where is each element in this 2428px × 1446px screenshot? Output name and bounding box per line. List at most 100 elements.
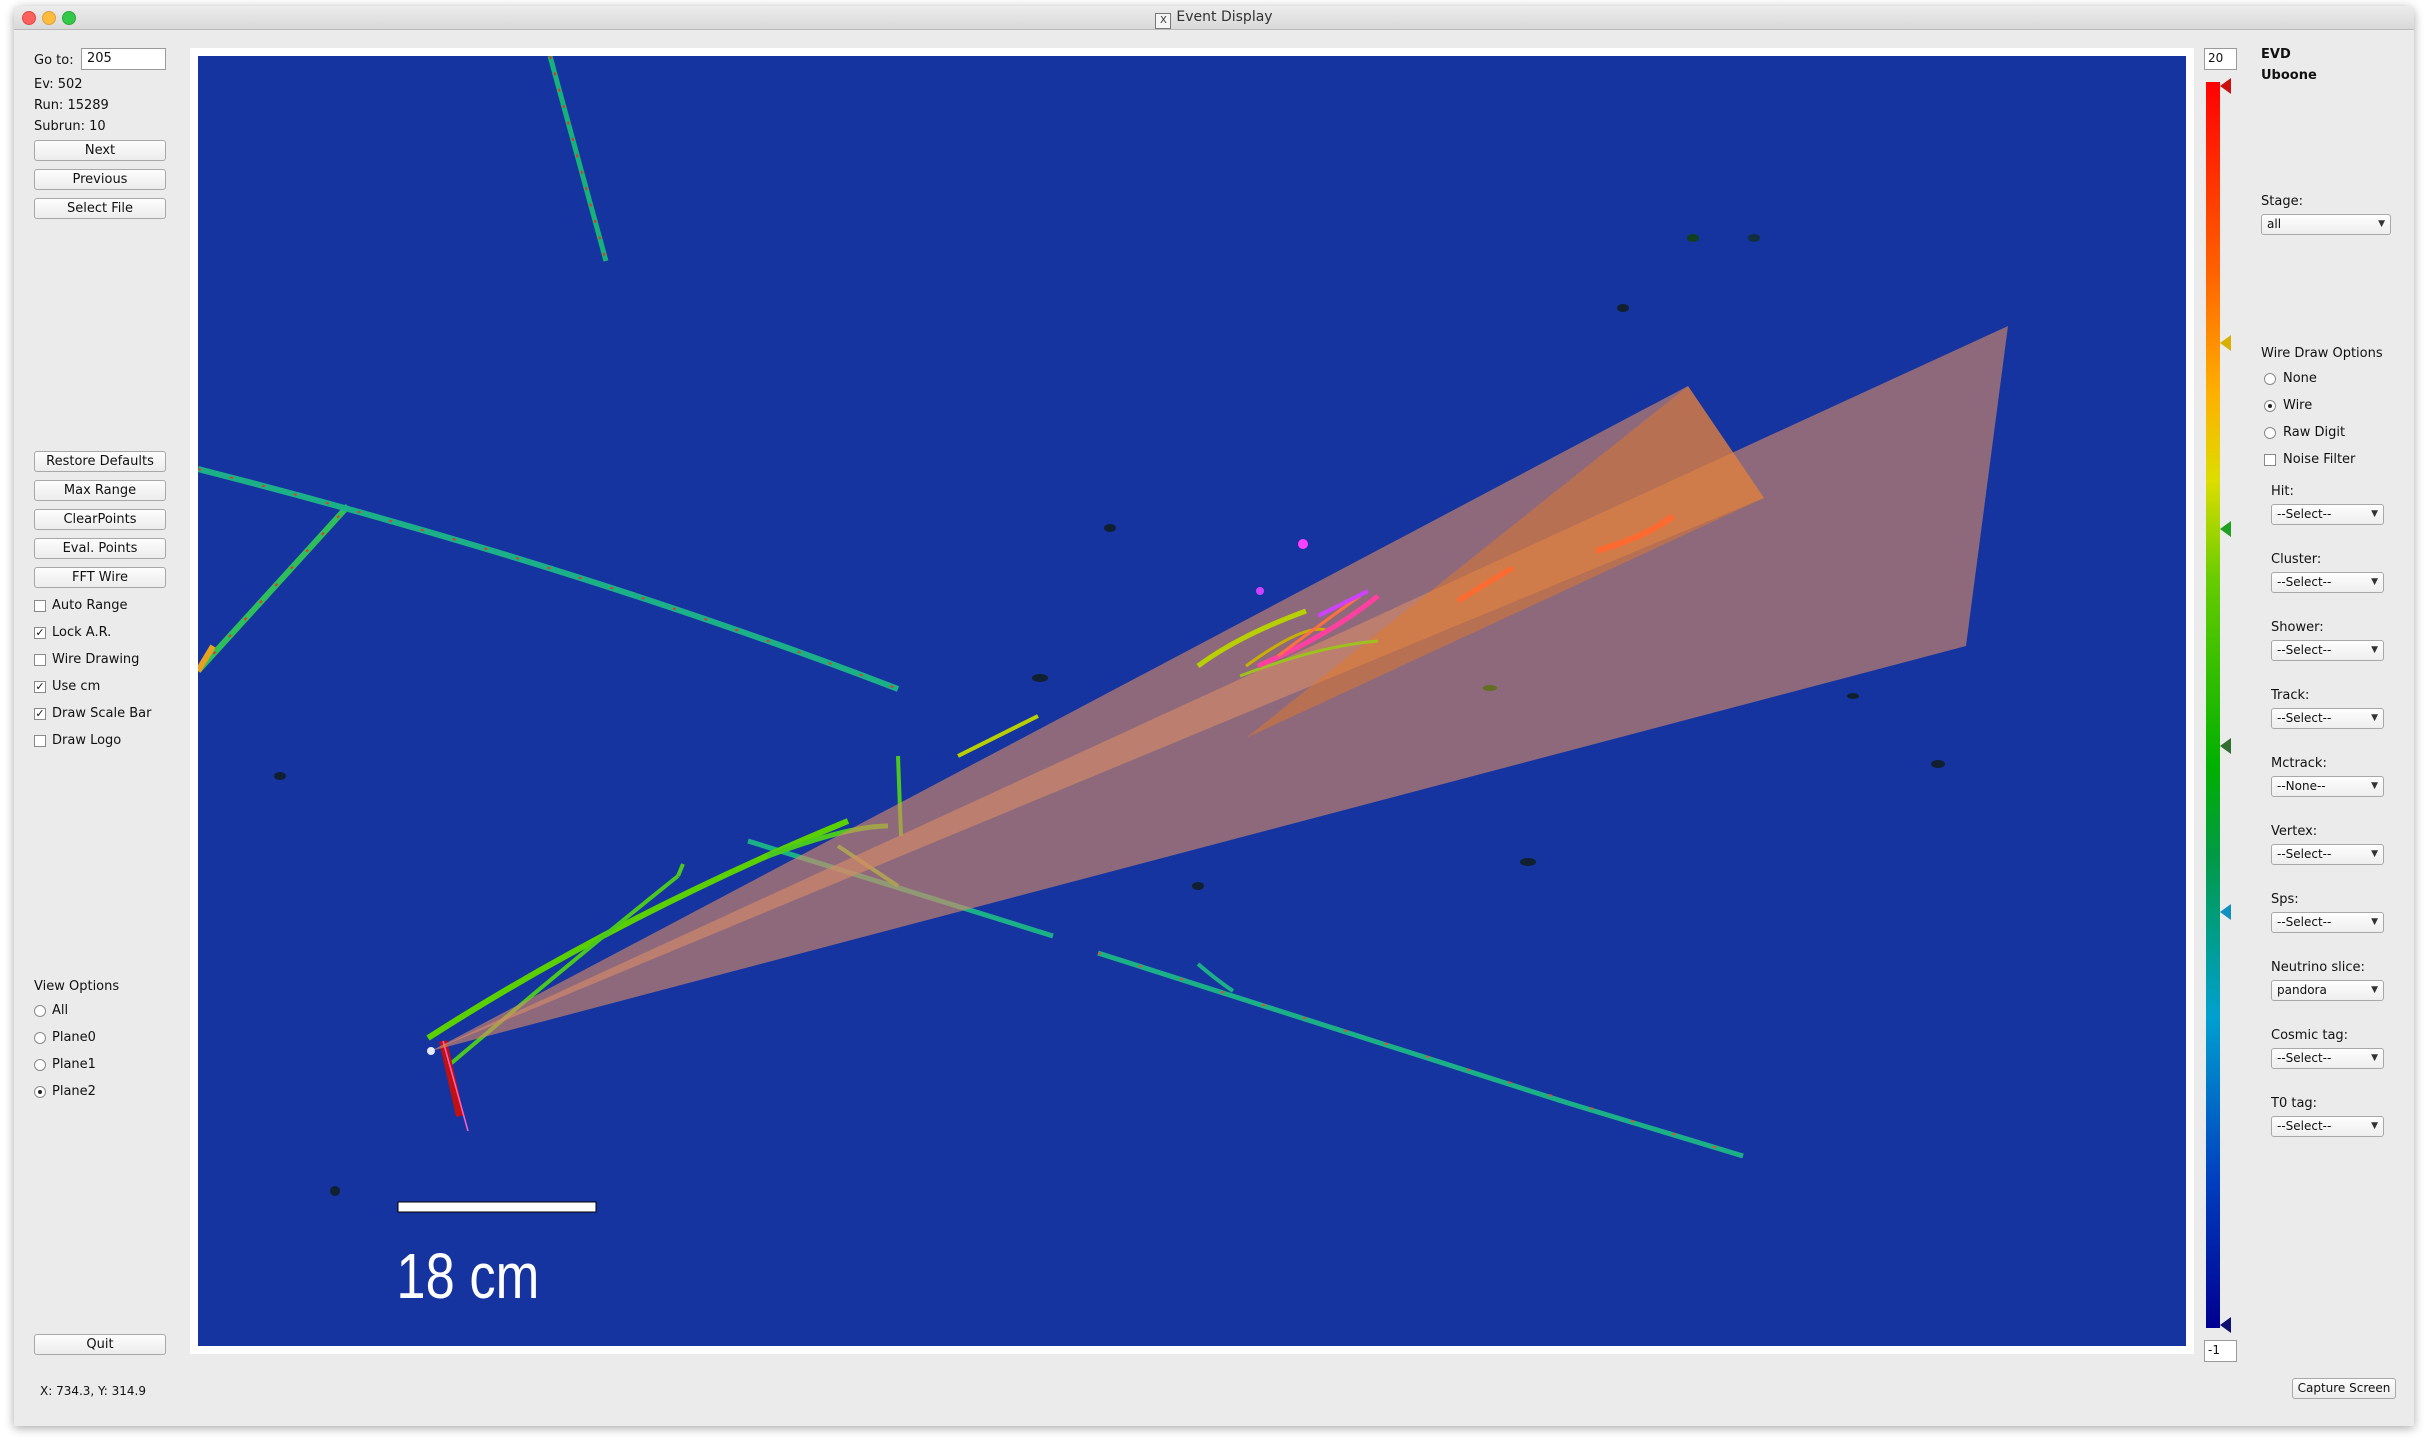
isolated-hit (1256, 587, 1264, 595)
chevron-down-icon: ▼ (2378, 219, 2385, 229)
chevron-down-icon: ▼ (2371, 849, 2378, 859)
hit-label: Hit: (2271, 484, 2294, 499)
chevron-down-icon: ▼ (2371, 985, 2378, 995)
event-display-window: X Event Display Go to: 205 Ev: 502 Run: 1… (14, 6, 2414, 1426)
auto-range-checkbox[interactable] (34, 600, 46, 612)
colorbar-max-input[interactable]: 20 (2204, 48, 2237, 70)
colorbar-marker-icon[interactable] (2220, 738, 2231, 754)
isolated-hit (1617, 304, 1629, 312)
colorbar-max-marker-icon[interactable] (2220, 78, 2231, 94)
isolated-hit (1931, 760, 1945, 768)
vertex-label: Vertex: (2271, 824, 2318, 839)
track-label: Track: (2271, 688, 2310, 703)
t0-tag-select[interactable]: --Select-- ▼ (2271, 1116, 2384, 1137)
t0-tag-label: T0 tag: (2271, 1096, 2318, 1111)
view-plane1-radio[interactable] (34, 1059, 46, 1071)
use-cm-checkbox[interactable]: ✓ (34, 681, 46, 693)
view-plane0-radio[interactable] (34, 1032, 46, 1044)
title-bar: X Event Display (14, 6, 2414, 30)
view-plane2-radio[interactable] (34, 1086, 46, 1098)
colorbar-marker-icon[interactable] (2220, 521, 2231, 537)
scale-bar (397, 1201, 597, 1213)
shower-label: Shower: (2271, 620, 2324, 635)
wire-draw-none-label: None (2283, 371, 2317, 386)
draw-logo-checkbox[interactable] (34, 735, 46, 747)
cursor-coordinates: X: 734.3, Y: 314.9 (40, 1384, 147, 1398)
cosmic-tag-select[interactable]: --Select-- ▼ (2271, 1048, 2384, 1069)
chevron-down-icon: ▼ (2371, 577, 2378, 587)
view-options-label: View Options (34, 979, 120, 994)
isolated-hit (1847, 693, 1859, 699)
lock-ar-checkbox[interactable]: ✓ (34, 627, 46, 639)
colorbar-marker-icon[interactable] (2220, 335, 2231, 351)
shower-select[interactable]: --Select-- ▼ (2271, 640, 2384, 661)
fft-wire-button[interactable]: FFT Wire (34, 567, 166, 588)
quit-button[interactable]: Quit (34, 1334, 166, 1355)
clear-points-button[interactable]: ClearPoints (34, 509, 166, 530)
neutrino-slice-label: Neutrino slice: (2271, 960, 2365, 975)
eval-points-button[interactable]: Eval. Points (34, 538, 166, 559)
view-plane0-label: Plane0 (52, 1030, 96, 1045)
neutrino-slice-select[interactable]: pandora ▼ (2271, 980, 2384, 1001)
cosmic-tag-label: Cosmic tag: (2271, 1028, 2349, 1043)
chevron-down-icon: ▼ (2371, 781, 2378, 791)
sps-value: --Select-- (2277, 915, 2332, 929)
isolated-hit (1298, 539, 1308, 549)
window-title-text: Event Display (1176, 9, 1273, 25)
stage-label: Stage: (2261, 194, 2303, 209)
noise-filter-checkbox[interactable] (2264, 454, 2276, 466)
view-all-label: All (52, 1003, 69, 1018)
restore-defaults-button[interactable]: Restore Defaults (34, 451, 166, 472)
lock-ar-label: Lock A.R. (52, 625, 112, 640)
vertex-select[interactable]: --Select-- ▼ (2271, 844, 2384, 865)
sps-select[interactable]: --Select-- ▼ (2271, 912, 2384, 933)
draw-scale-bar-checkbox[interactable]: ✓ (34, 708, 46, 720)
capture-screen-button[interactable]: Capture Screen (2292, 1378, 2396, 1399)
event-number: Ev: 502 (34, 77, 83, 92)
t0-tag-value: --Select-- (2277, 1119, 2332, 1133)
view-plane1-label: Plane1 (52, 1057, 96, 1072)
next-button[interactable]: Next (34, 140, 166, 161)
wire-draw-none-radio[interactable] (2264, 373, 2276, 385)
wire-draw-options-label: Wire Draw Options (2261, 346, 2383, 361)
stage-select[interactable]: all ▼ (2261, 214, 2391, 235)
isolated-hit (1748, 234, 1760, 242)
cosmic-tag-value: --Select-- (2277, 1051, 2332, 1065)
colorbar-min-input[interactable]: -1 (2204, 1340, 2237, 1362)
wire-view-plot[interactable]: 18 cm (198, 56, 2186, 1346)
wire-draw-wire-radio[interactable] (2264, 400, 2276, 412)
chevron-down-icon: ▼ (2371, 509, 2378, 519)
view-all-radio[interactable] (34, 1005, 46, 1017)
isolated-hit (274, 772, 286, 780)
x11-icon: X (1155, 13, 1172, 29)
wire-draw-wire-label: Wire (2283, 398, 2313, 413)
goto-input[interactable]: 205 (81, 48, 166, 70)
chevron-down-icon: ▼ (2371, 1121, 2378, 1131)
max-range-button[interactable]: Max Range (34, 480, 166, 501)
cluster-select[interactable]: --Select-- ▼ (2271, 572, 2384, 593)
wire-draw-raw-digit-radio[interactable] (2264, 427, 2276, 439)
colorbar-marker-icon[interactable] (2220, 904, 2231, 920)
auto-range-label: Auto Range (52, 598, 128, 613)
event-display-canvas[interactable]: 18 cm (190, 48, 2194, 1354)
neutrino-slice-value: pandora (2277, 983, 2327, 997)
chevron-down-icon: ▼ (2371, 1053, 2378, 1063)
mctrack-select[interactable]: --None-- ▼ (2271, 776, 2384, 797)
track-select[interactable]: --Select-- ▼ (2271, 708, 2384, 729)
mctrack-label: Mctrack: (2271, 756, 2327, 771)
goto-label: Go to: (34, 53, 74, 68)
wire-drawing-label: Wire Drawing (52, 652, 140, 667)
isolated-hit (1032, 674, 1048, 682)
vertex-value: --Select-- (2277, 847, 2332, 861)
previous-button[interactable]: Previous (34, 169, 166, 190)
isolated-hit (1104, 524, 1116, 532)
isolated-hit (1483, 685, 1497, 691)
hit-select[interactable]: --Select-- ▼ (2271, 504, 2384, 525)
run-number: Run: 15289 (34, 98, 109, 113)
use-cm-label: Use cm (52, 679, 101, 694)
sps-label: Sps: (2271, 892, 2299, 907)
select-file-button[interactable]: Select File (34, 198, 166, 219)
wire-drawing-checkbox[interactable] (34, 654, 46, 666)
colorbar-min-marker-icon[interactable] (2220, 1317, 2231, 1333)
isolated-hit (1520, 858, 1536, 866)
